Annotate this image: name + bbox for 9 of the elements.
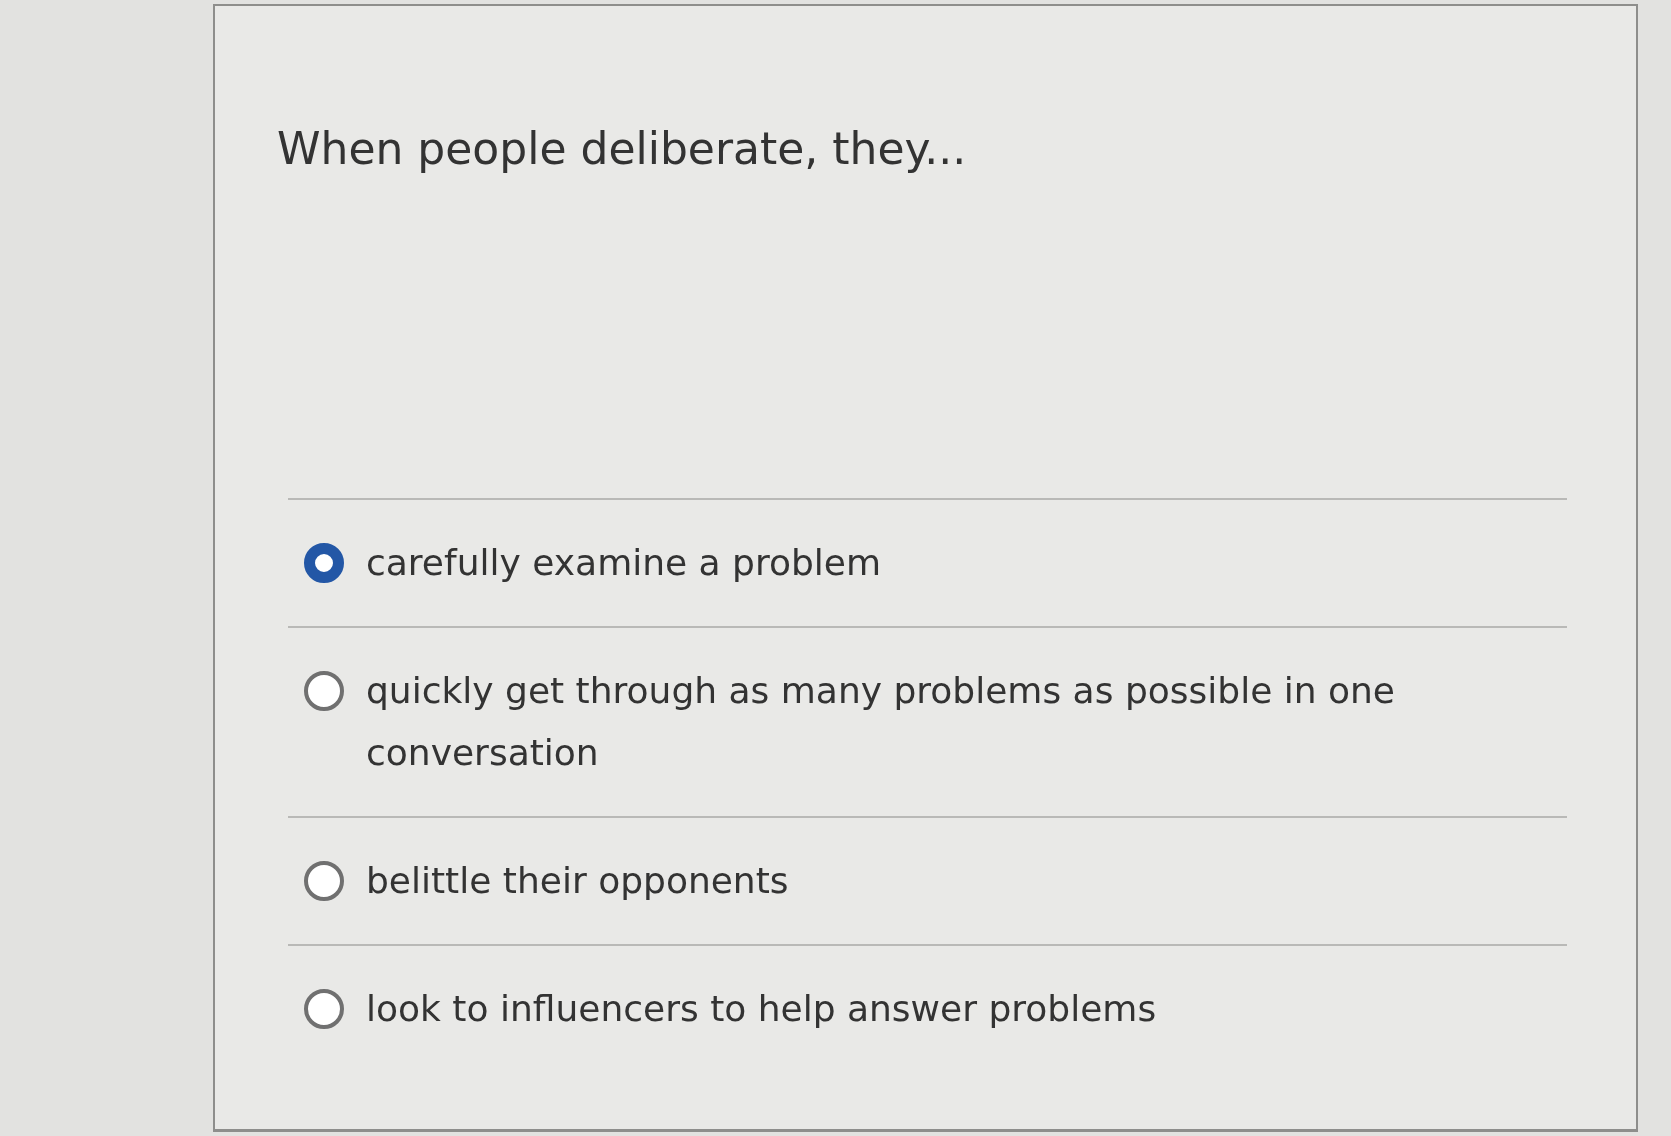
radio-button[interactable] bbox=[304, 543, 344, 583]
option-label[interactable]: quickly get through as many problems as possible in one conversation bbox=[366, 660, 1546, 784]
option-label[interactable]: belittle their opponents bbox=[366, 850, 789, 912]
option-label[interactable]: carefully examine a problem bbox=[366, 532, 882, 594]
radio-button[interactable] bbox=[304, 989, 344, 1029]
question-text: When people deliberate, they... bbox=[277, 122, 968, 176]
radio-button[interactable] bbox=[304, 671, 344, 711]
radio-button[interactable] bbox=[304, 861, 344, 901]
option-label[interactable]: look to influencers to help answer problems bbox=[366, 978, 1157, 1040]
